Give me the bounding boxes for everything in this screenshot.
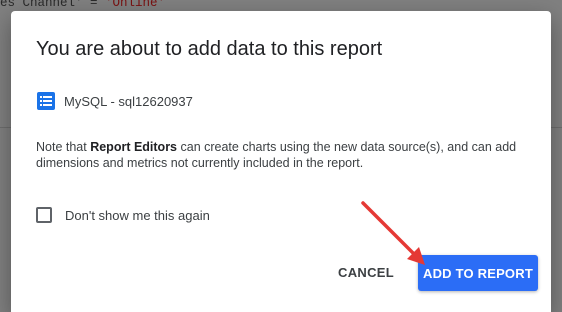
dialog-title: You are about to add data to this report bbox=[36, 38, 383, 60]
background-query-text: es Channel' = 'Online' bbox=[0, 0, 165, 10]
data-source-label: MySQL - sql12620937 bbox=[64, 93, 193, 109]
background-code-prefix: es Channel' = bbox=[0, 0, 106, 10]
cancel-button[interactable]: CANCEL bbox=[329, 255, 403, 289]
editor-note: Note that Report Editors can create char… bbox=[36, 139, 536, 171]
dont-show-again-label[interactable]: Don't show me this again bbox=[65, 208, 210, 223]
dont-show-again-checkbox[interactable] bbox=[36, 207, 52, 223]
add-to-report-button[interactable]: ADD TO REPORT bbox=[418, 255, 538, 291]
list-icon bbox=[37, 92, 55, 110]
data-source-row: MySQL - sql12620937 bbox=[37, 92, 193, 110]
note-bold-text: Report Editors bbox=[90, 140, 178, 154]
background-code-string: 'Online' bbox=[105, 0, 166, 10]
add-data-dialog: You are about to add data to this report… bbox=[11, 11, 551, 312]
dont-show-again-row[interactable]: Don't show me this again bbox=[36, 207, 210, 223]
note-text-before: Note that bbox=[36, 140, 91, 154]
